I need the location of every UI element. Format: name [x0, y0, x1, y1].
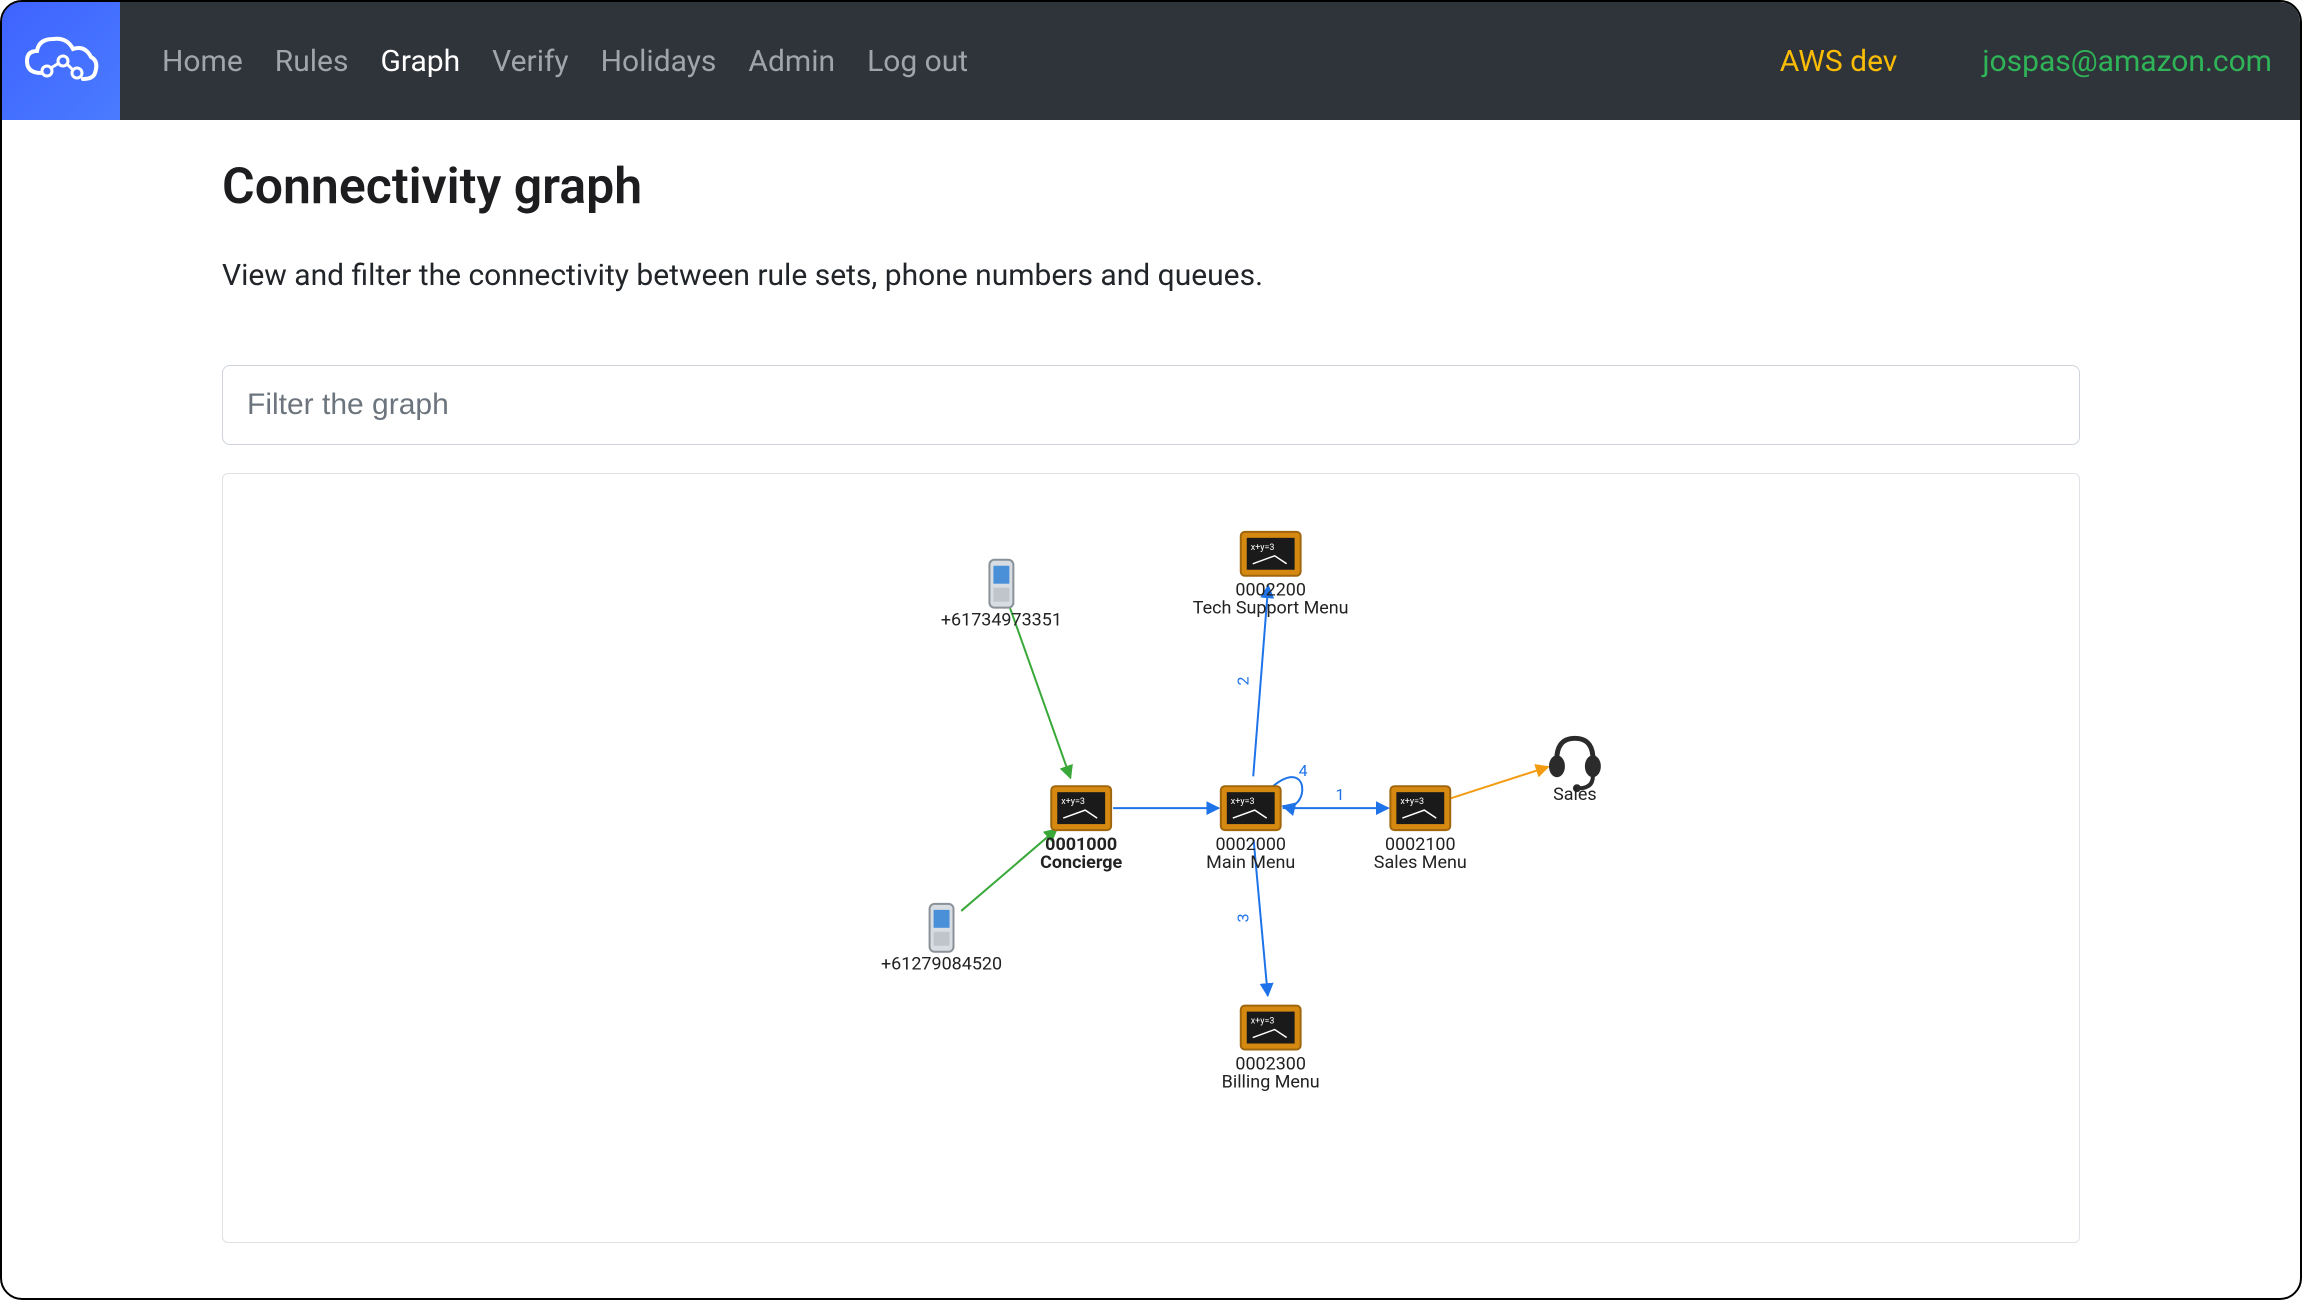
- cloud-graph-icon: [21, 31, 101, 91]
- phone-node-icon[interactable]: [989, 560, 1013, 608]
- graph-edge: [1010, 608, 1070, 778]
- node-label: Sales: [1553, 784, 1597, 805]
- page-description: View and filter the connectivity between…: [222, 258, 2080, 293]
- svg-text:x+y=3: x+y=3: [1400, 797, 1424, 807]
- svg-text:x+y=3: x+y=3: [1061, 797, 1085, 807]
- node-label: Concierge: [1040, 852, 1122, 873]
- nav-verify[interactable]: Verify: [492, 44, 568, 79]
- page-content: Connectivity graph View and filter the c…: [2, 120, 2300, 1243]
- ruleset-node-icon[interactable]: x+y=3: [1051, 786, 1111, 830]
- ruleset-node-icon[interactable]: x+y=3: [1221, 786, 1281, 830]
- app-logo[interactable]: [2, 2, 120, 120]
- app-frame: Home Rules Graph Verify Holidays Admin L…: [0, 0, 2302, 1300]
- nav-links: Home Rules Graph Verify Holidays Admin L…: [162, 44, 968, 79]
- svg-text:x+y=3: x+y=3: [1251, 543, 1275, 553]
- nav-home[interactable]: Home: [162, 44, 243, 79]
- edge-label: 1: [1336, 785, 1345, 804]
- node-label: +61734973351: [941, 610, 1062, 631]
- svg-text:x+y=3: x+y=3: [1231, 797, 1255, 807]
- nav-holidays[interactable]: Holidays: [601, 44, 717, 79]
- connectivity-graph-svg: 1234 +61734973351+61279084520x+y=3000100…: [223, 474, 2079, 1242]
- ruleset-node-icon[interactable]: x+y=3: [1390, 786, 1450, 830]
- ruleset-node-icon[interactable]: x+y=3: [1241, 1006, 1301, 1050]
- node-label: Billing Menu: [1222, 1071, 1320, 1092]
- nav-admin[interactable]: Admin: [748, 44, 835, 79]
- user-email[interactable]: jospas@amazon.com: [1982, 44, 2272, 79]
- svg-text:x+y=3: x+y=3: [1251, 1017, 1275, 1027]
- phone-node-icon[interactable]: [930, 904, 954, 952]
- nav-rules[interactable]: Rules: [275, 44, 349, 79]
- environment-label: AWS dev: [1780, 44, 1898, 79]
- node-label: Sales Menu: [1374, 852, 1467, 873]
- graph-canvas[interactable]: 1234 +61734973351+61279084520x+y=3000100…: [222, 473, 2080, 1243]
- edge-label: 4: [1299, 761, 1308, 780]
- filter-input[interactable]: [222, 365, 2080, 445]
- edge-label: 3: [1234, 913, 1253, 922]
- ruleset-node-icon[interactable]: x+y=3: [1241, 532, 1301, 576]
- graph-edge: [1451, 767, 1549, 798]
- edge-label: 2: [1234, 676, 1253, 685]
- nav-logout[interactable]: Log out: [867, 44, 968, 79]
- nav-graph[interactable]: Graph: [380, 44, 460, 79]
- node-label: Tech Support Menu: [1193, 598, 1349, 619]
- node-label: +61279084520: [881, 954, 1002, 975]
- top-navbar: Home Rules Graph Verify Holidays Admin L…: [2, 2, 2300, 120]
- node-label: Main Menu: [1206, 852, 1295, 873]
- page-title: Connectivity graph: [222, 158, 2080, 216]
